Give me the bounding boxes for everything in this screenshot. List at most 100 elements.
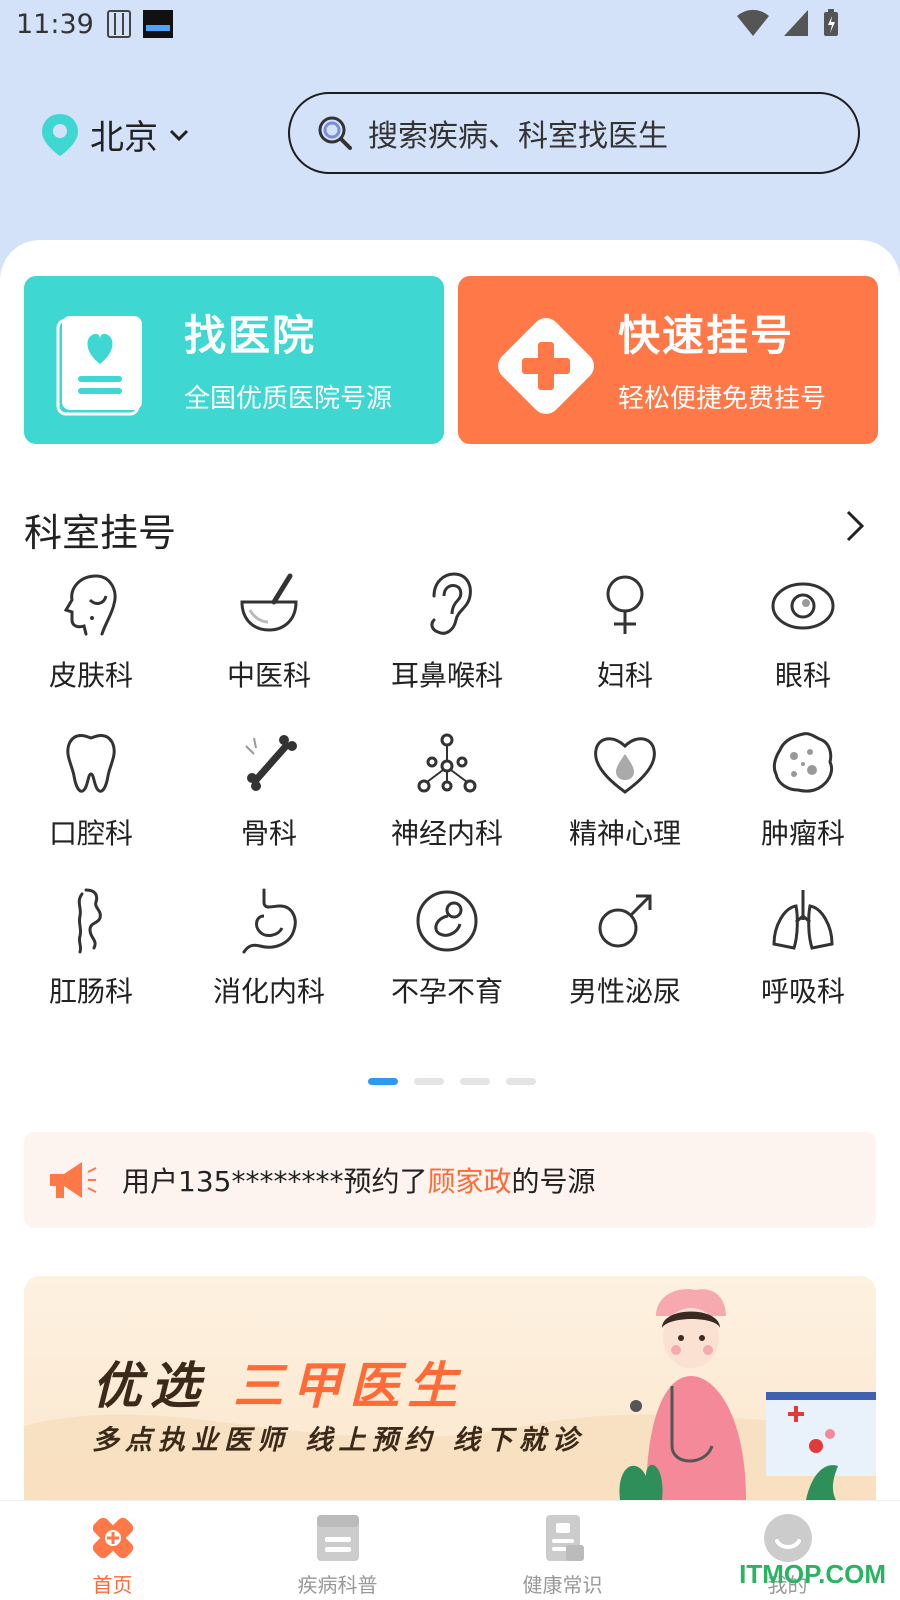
bone-icon bbox=[245, 735, 297, 791]
female-icon bbox=[606, 575, 644, 634]
ear-icon bbox=[430, 572, 472, 635]
smile-face-icon bbox=[763, 1514, 812, 1562]
page-indicator bbox=[368, 1078, 536, 1085]
page-dot[interactable] bbox=[506, 1078, 536, 1085]
home-flower-icon bbox=[92, 1517, 133, 1559]
page-dot[interactable] bbox=[460, 1078, 490, 1085]
dept-label: 皮肤科 bbox=[48, 659, 133, 692]
booking-notice: 用户135********预约了顾家政的号源 bbox=[24, 1132, 876, 1228]
dept-urology[interactable]: 男性泌尿 bbox=[536, 886, 714, 1010]
notice-doctor-link[interactable]: 顾家政 bbox=[427, 1165, 511, 1198]
intestine-icon bbox=[77, 888, 102, 954]
find-hospital-subtitle: 全国优质医院号源 bbox=[184, 384, 393, 414]
promo-banner[interactable]: 优选 三甲医生 多点执业医师 线上预约 线下就诊 bbox=[24, 1276, 876, 1500]
dept-label: 肛肠科 bbox=[48, 975, 133, 1008]
dept-orthopedics[interactable]: 骨科 bbox=[180, 728, 358, 852]
find-hospital-title: 找医院 bbox=[184, 311, 317, 360]
dept-respiratory[interactable]: 呼吸科 bbox=[714, 886, 892, 1010]
book-icon bbox=[316, 1515, 359, 1561]
tab-disease-science[interactable]: 疾病科普 bbox=[225, 1501, 450, 1600]
lungs-icon bbox=[772, 890, 834, 950]
location-pin-icon bbox=[42, 113, 78, 156]
banner-subtitle: 多点执业医师 线上预约 线下就诊 bbox=[92, 1425, 585, 1456]
department-grid: 皮肤科 中医科 耳鼻喉科 妇科 眼科 口腔科 骨科 神经内科 精神心理 肿瘤科 … bbox=[0, 570, 900, 1010]
status-bar: 11:39 bbox=[0, 0, 900, 48]
quick-register-button[interactable]: 快速挂号 轻松便捷免费挂号 bbox=[458, 276, 878, 444]
search-bar[interactable]: 搜索疾病、科室找医生 bbox=[288, 92, 860, 174]
tab-label: 健康常识 bbox=[522, 1573, 603, 1597]
dept-label: 耳鼻喉科 bbox=[390, 659, 503, 692]
tumor-icon bbox=[772, 732, 834, 793]
find-hospital-button[interactable]: 找医院 全国优质医院号源 bbox=[24, 276, 444, 444]
megaphone-icon bbox=[50, 1162, 97, 1198]
watermark: ITMOP.COM bbox=[739, 1559, 886, 1589]
chevron-right-icon[interactable] bbox=[844, 508, 868, 544]
city-selector[interactable]: 北京 bbox=[40, 110, 190, 159]
dept-label: 神经内科 bbox=[390, 817, 503, 850]
dept-gynecology[interactable]: 妇科 bbox=[536, 570, 714, 694]
fetus-icon bbox=[416, 890, 478, 952]
page-dot[interactable] bbox=[414, 1078, 444, 1085]
top-header: 北京 搜索疾病、科室找医生 bbox=[0, 88, 900, 174]
neuron-icon bbox=[417, 733, 477, 793]
mortar-icon bbox=[240, 573, 298, 632]
medical-cross-icon bbox=[498, 318, 594, 414]
dept-label: 不孕不育 bbox=[390, 975, 503, 1008]
notice-text: 用户135********预约了顾家政的号源 bbox=[122, 1160, 595, 1200]
main-content: 找医院 全国优质医院号源 快速挂号 轻松便捷免费挂号 科室挂号 皮肤科 中医科 … bbox=[0, 240, 900, 1500]
status-time: 11:39 bbox=[16, 8, 94, 40]
dept-label: 肿瘤科 bbox=[760, 817, 845, 850]
document-icon bbox=[545, 1515, 584, 1561]
section-title: 科室挂号 bbox=[24, 511, 177, 555]
dept-label: 妇科 bbox=[596, 659, 653, 692]
dept-gastroenterology[interactable]: 消化内科 bbox=[180, 886, 358, 1010]
dept-tcm[interactable]: 中医科 bbox=[180, 570, 358, 694]
search-placeholder: 搜索疾病、科室找医生 bbox=[368, 119, 668, 154]
dept-label: 消化内科 bbox=[212, 975, 325, 1008]
tab-health-tips[interactable]: 健康常识 bbox=[450, 1501, 675, 1600]
wifi-icon bbox=[737, 9, 769, 37]
notice-prefix: 用户135********预约了 bbox=[122, 1165, 428, 1198]
banner-title: 优选 三甲医生 bbox=[92, 1346, 465, 1418]
dept-ent[interactable]: 耳鼻喉科 bbox=[358, 570, 536, 694]
banner-title-highlight: 三甲医生 bbox=[233, 1357, 466, 1415]
dept-psychology[interactable]: 精神心理 bbox=[536, 728, 714, 852]
dept-skin[interactable]: 皮肤科 bbox=[2, 570, 180, 694]
search-icon bbox=[318, 116, 352, 150]
dept-label: 骨科 bbox=[240, 817, 297, 850]
app-notification-icon bbox=[142, 10, 173, 38]
dept-neurology[interactable]: 神经内科 bbox=[358, 728, 536, 852]
dept-infertility[interactable]: 不孕不育 bbox=[358, 886, 536, 1010]
dept-label: 口腔科 bbox=[48, 817, 133, 850]
quick-register-subtitle: 轻松便捷免费挂号 bbox=[618, 384, 827, 414]
skin-icon bbox=[63, 574, 117, 636]
dept-dental[interactable]: 口腔科 bbox=[2, 728, 180, 852]
dept-oncology[interactable]: 肿瘤科 bbox=[714, 728, 892, 852]
tab-home[interactable]: 首页 bbox=[0, 1501, 225, 1600]
battery-icon bbox=[824, 9, 838, 36]
dept-label: 精神心理 bbox=[568, 817, 681, 850]
city-name: 北京 bbox=[90, 118, 158, 158]
banner-title-part1: 优选 bbox=[92, 1357, 208, 1415]
sim-icon bbox=[106, 10, 131, 38]
dept-anorectal[interactable]: 肛肠科 bbox=[2, 886, 180, 1010]
chevron-down-icon bbox=[169, 129, 189, 141]
heart-drop-icon bbox=[594, 737, 656, 794]
nurse-illustration bbox=[619, 1289, 876, 1500]
eye-icon bbox=[771, 582, 835, 630]
male-icon bbox=[598, 894, 652, 948]
signal-icon bbox=[784, 10, 808, 36]
hospital-book-icon bbox=[56, 316, 142, 416]
dept-label: 眼科 bbox=[774, 659, 831, 692]
page-dot-active[interactable] bbox=[368, 1078, 398, 1085]
dept-label: 男性泌尿 bbox=[568, 975, 681, 1008]
notice-suffix: 的号源 bbox=[511, 1165, 596, 1198]
tab-label: 首页 bbox=[92, 1573, 133, 1597]
tab-label: 疾病科普 bbox=[297, 1573, 378, 1597]
stomach-icon bbox=[242, 888, 297, 954]
tooth-icon bbox=[66, 734, 116, 793]
quick-register-title: 快速挂号 bbox=[618, 311, 795, 360]
dept-label: 中医科 bbox=[226, 659, 311, 692]
dept-ophthalmology[interactable]: 眼科 bbox=[714, 570, 892, 694]
dept-label: 呼吸科 bbox=[760, 975, 845, 1008]
